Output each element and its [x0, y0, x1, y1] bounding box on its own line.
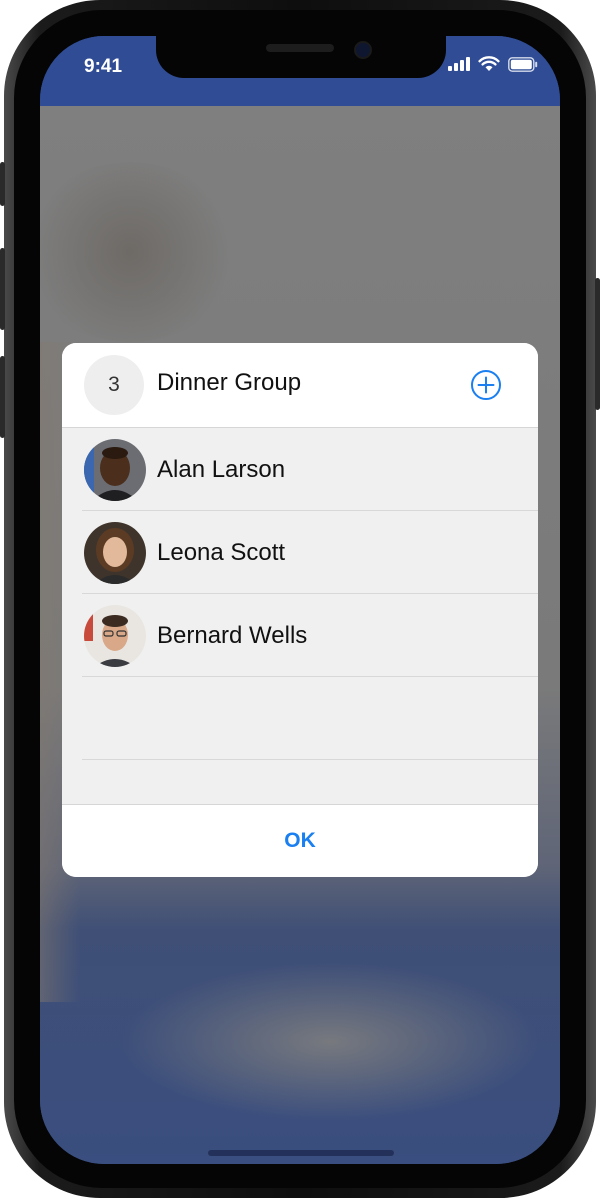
battery-icon [508, 56, 538, 72]
group-dialog: 3 Dinner Group Alan Larson Leona Scott B… [62, 343, 538, 877]
member-name: Leona Scott [157, 539, 286, 566]
list-item[interactable]: Bernard Wells [62, 594, 538, 677]
wifi-icon [478, 56, 500, 72]
screen: 9:41 3 Dinner Group Alan Larson Leona Sc… [40, 36, 560, 1164]
mute-switch [0, 162, 5, 206]
volume-up-button [0, 248, 5, 330]
volume-down-button [0, 356, 5, 438]
avatar [84, 522, 146, 584]
list-item-empty [62, 677, 538, 760]
status-icons [448, 56, 538, 72]
plus-circle-icon[interactable] [470, 369, 502, 401]
member-list: Alan Larson Leona Scott Bernard Wells [62, 428, 538, 760]
background-blur [40, 162, 240, 342]
cellular-signal-icon [448, 57, 470, 71]
home-indicator[interactable] [208, 1150, 394, 1156]
group-title: Dinner Group [157, 369, 302, 396]
dialog-header: 3 Dinner Group [62, 343, 538, 428]
status-time: 9:41 [84, 56, 123, 77]
ok-button[interactable]: OK [284, 829, 316, 853]
member-name: Bernard Wells [157, 622, 308, 649]
background-blur-bottom [120, 962, 540, 1122]
member-count-badge: 3 [84, 355, 144, 415]
list-item[interactable]: Alan Larson [62, 428, 538, 511]
list-item[interactable]: Leona Scott [62, 511, 538, 594]
speaker-grille [266, 44, 334, 52]
row-divider [82, 759, 538, 760]
notch [156, 36, 446, 78]
front-camera [354, 41, 372, 59]
power-button [595, 278, 600, 410]
avatar [84, 439, 146, 501]
member-name: Alan Larson [157, 456, 286, 483]
avatar [84, 605, 146, 667]
dialog-footer: OK [62, 804, 538, 877]
